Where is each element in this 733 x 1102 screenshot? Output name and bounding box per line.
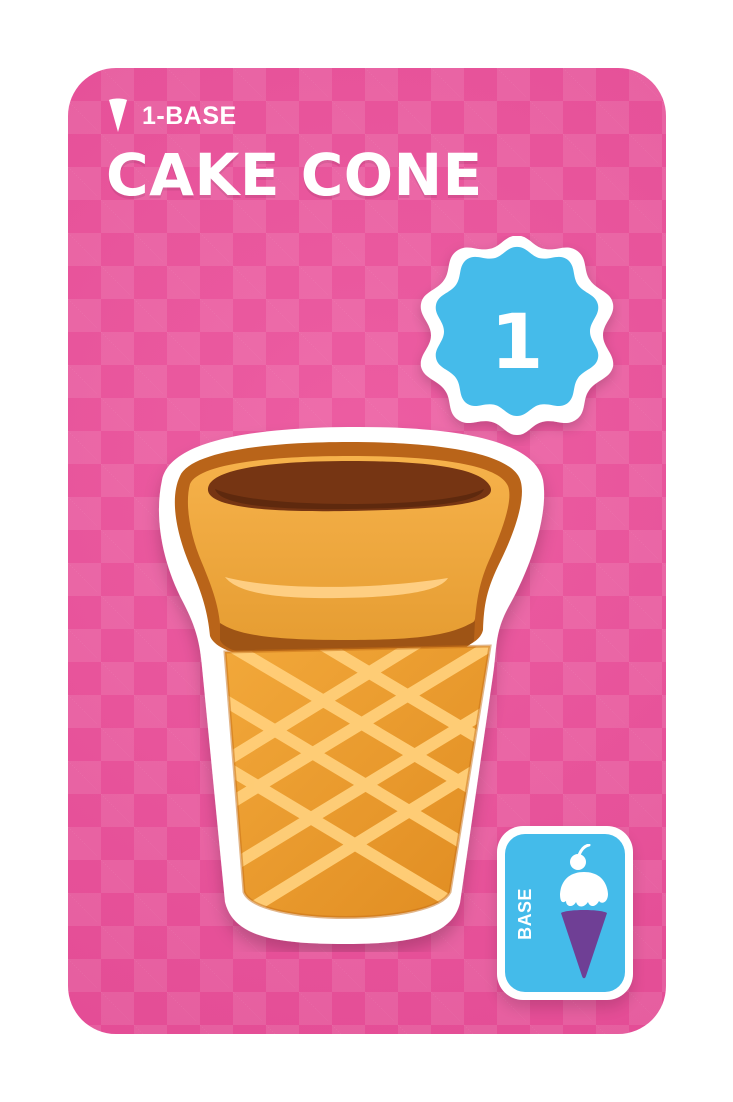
- sundae-cone-icon: [555, 844, 613, 984]
- card-type-label: 1-BASE: [142, 101, 237, 130]
- base-tag-label: BASE: [515, 888, 535, 940]
- game-card[interactable]: 1-BASE CAKE CONE 1 BASE: [68, 68, 666, 1034]
- card-title: CAKE CONE: [106, 141, 483, 209]
- base-tag: BASE: [497, 826, 633, 1000]
- card-type-row: 1-BASE: [106, 98, 237, 134]
- cone-icon: [109, 98, 127, 132]
